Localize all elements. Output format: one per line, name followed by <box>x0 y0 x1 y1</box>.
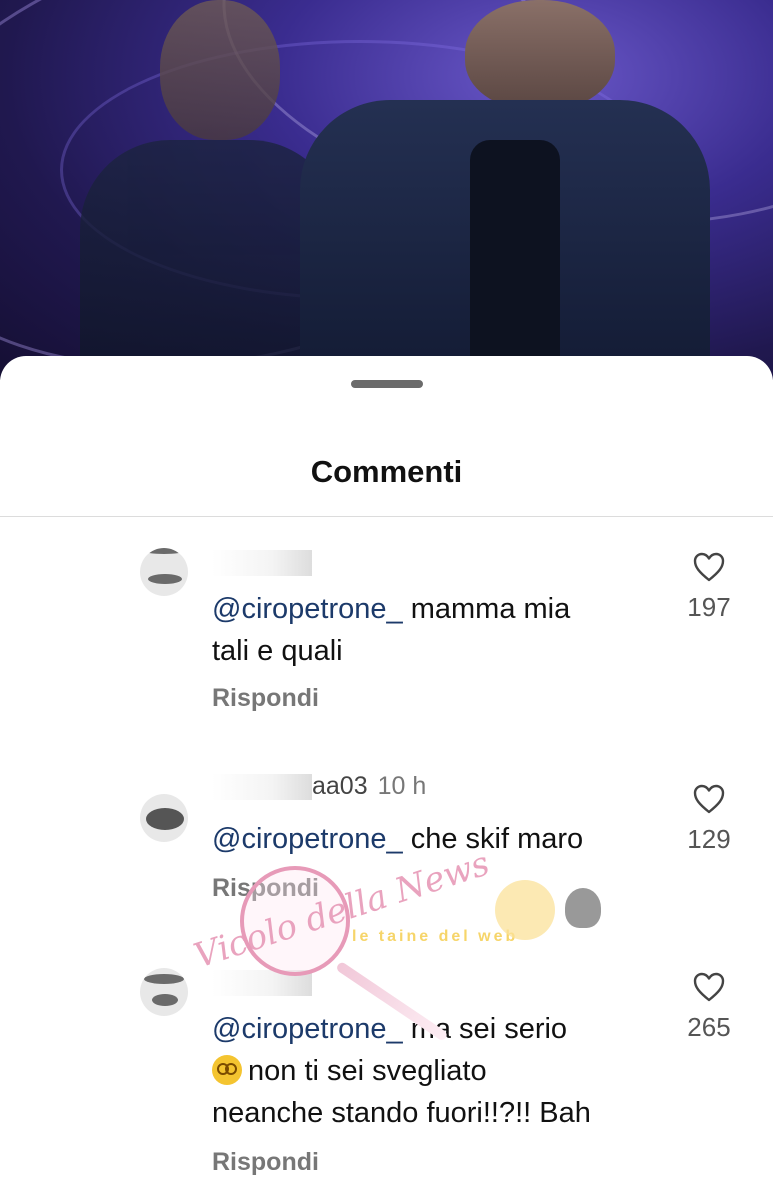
reply-button[interactable]: Rispondi <box>212 684 319 713</box>
like-button[interactable]: 129 <box>676 784 742 855</box>
watermark-character-1 <box>495 880 555 940</box>
comment-username[interactable] <box>212 548 312 582</box>
comment-text: @ciropetrone_ mamma mia tali e quali <box>212 593 571 667</box>
sheet-title: Commenti <box>310 454 463 489</box>
watermark-character-2 <box>565 888 601 928</box>
heart-icon[interactable] <box>693 552 725 582</box>
redacted-username <box>212 774 312 801</box>
person-right <box>300 0 730 380</box>
comment-time: 10 h <box>377 772 427 800</box>
mention-link[interactable]: @ciropetrone_ <box>212 823 403 855</box>
reply-button[interactable]: Rispondi <box>212 1148 319 1177</box>
post-image <box>0 0 773 380</box>
sheet-drag-handle[interactable] <box>351 380 423 388</box>
like-count: 197 <box>687 592 731 622</box>
watermark-secondary-text: le taine del web <box>352 928 519 945</box>
avatar[interactable] <box>140 548 188 596</box>
heart-icon[interactable] <box>693 784 725 814</box>
divider <box>0 516 773 517</box>
heart-icon[interactable] <box>693 972 725 1002</box>
comment-text: @ciropetrone_ che skif maro <box>212 823 584 855</box>
like-button[interactable]: 265 <box>676 972 742 1043</box>
like-count: 129 <box>687 824 731 854</box>
mention-link[interactable]: @ciropetrone_ <box>212 593 403 625</box>
comment-username[interactable]: aa03 10 h <box>212 772 426 806</box>
like-count: 265 <box>687 1012 731 1042</box>
avatar[interactable] <box>140 968 188 1016</box>
mention-link[interactable]: @ciropetrone_ <box>212 1013 403 1045</box>
comment-text: @ciropetrone_ ma sei serio non ti sei sv… <box>212 1013 591 1129</box>
woozy-face-emoji <box>212 1055 242 1085</box>
like-button[interactable]: 197 <box>676 552 742 623</box>
avatar[interactable] <box>140 794 188 842</box>
redacted-username <box>212 550 312 577</box>
